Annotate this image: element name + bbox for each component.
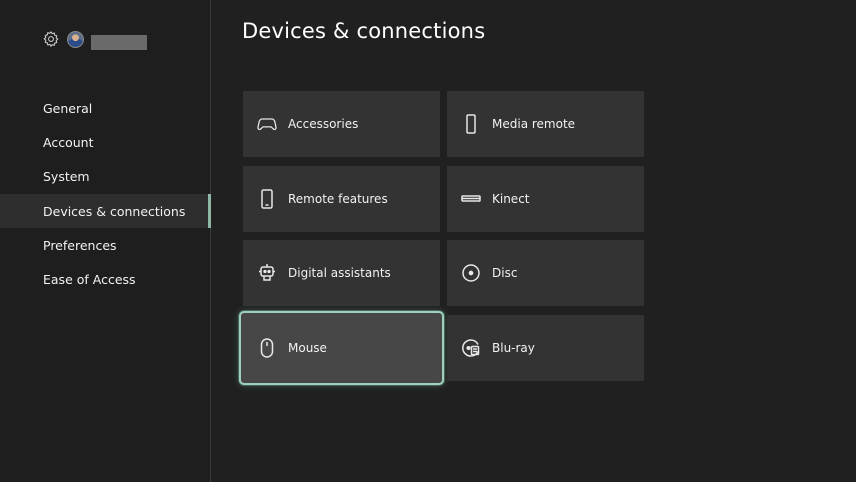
profile-row [42, 28, 147, 50]
tile-disc[interactable]: Disc [447, 240, 644, 306]
sidebar: General Account System Devices & connect… [0, 0, 211, 482]
settings-nav: General Account System Devices & connect… [0, 91, 211, 297]
tile-label: Blu-ray [492, 340, 535, 355]
nav-item-label: Preferences [43, 237, 117, 253]
settings-app: General Account System Devices & connect… [0, 0, 856, 482]
tile-label: Mouse [288, 340, 327, 355]
redacted-gamertag [91, 34, 147, 50]
nav-item-label: Ease of Access [43, 272, 136, 288]
tile-blu-ray[interactable]: Blu-ray [447, 314, 644, 381]
tile-remote-features[interactable]: Remote features [243, 165, 440, 232]
disc-icon [461, 263, 481, 283]
device-tiles-grid: Accessories Media remote Remote features [239, 91, 644, 385]
controller-icon [257, 114, 277, 134]
tile-kinect[interactable]: Kinect [447, 165, 644, 232]
mouse-icon [257, 337, 277, 358]
blu-ray-icon [461, 338, 481, 358]
avatar[interactable] [67, 30, 84, 48]
tile-label: Kinect [492, 191, 530, 206]
tile-label: Remote features [288, 191, 388, 206]
nav-item-ease-of-access[interactable]: Ease of Access [0, 262, 210, 296]
phone-icon [257, 188, 277, 209]
tile-media-remote[interactable]: Media remote [447, 91, 644, 157]
tile-label: Media remote [492, 117, 576, 131]
tile-label: Accessories [288, 117, 359, 131]
nav-item-label: Account [43, 134, 94, 150]
tile-label: Digital assistants [288, 266, 391, 280]
nav-item-preferences[interactable]: Preferences [0, 228, 210, 262]
tile-mouse[interactable]: Mouse [239, 310, 444, 385]
nav-item-general[interactable]: General [0, 91, 210, 125]
nav-item-devices-connections[interactable]: Devices & connections [0, 193, 211, 229]
nav-item-system[interactable]: System [0, 160, 210, 194]
gear-icon[interactable] [42, 30, 60, 48]
nav-item-label: General [43, 100, 93, 116]
media-remote-icon [461, 114, 481, 134]
tile-digital-assistants[interactable]: Digital assistants [243, 240, 440, 306]
nav-item-account[interactable]: Account [0, 125, 210, 159]
nav-item-label: Devices & connections [43, 203, 186, 219]
page-title: Devices & connections [242, 19, 486, 43]
assistant-icon [257, 263, 277, 283]
tile-label: Disc [492, 266, 518, 280]
tile-accessories[interactable]: Accessories [243, 91, 440, 157]
kinect-icon [461, 189, 481, 209]
nav-item-label: System [43, 169, 90, 185]
